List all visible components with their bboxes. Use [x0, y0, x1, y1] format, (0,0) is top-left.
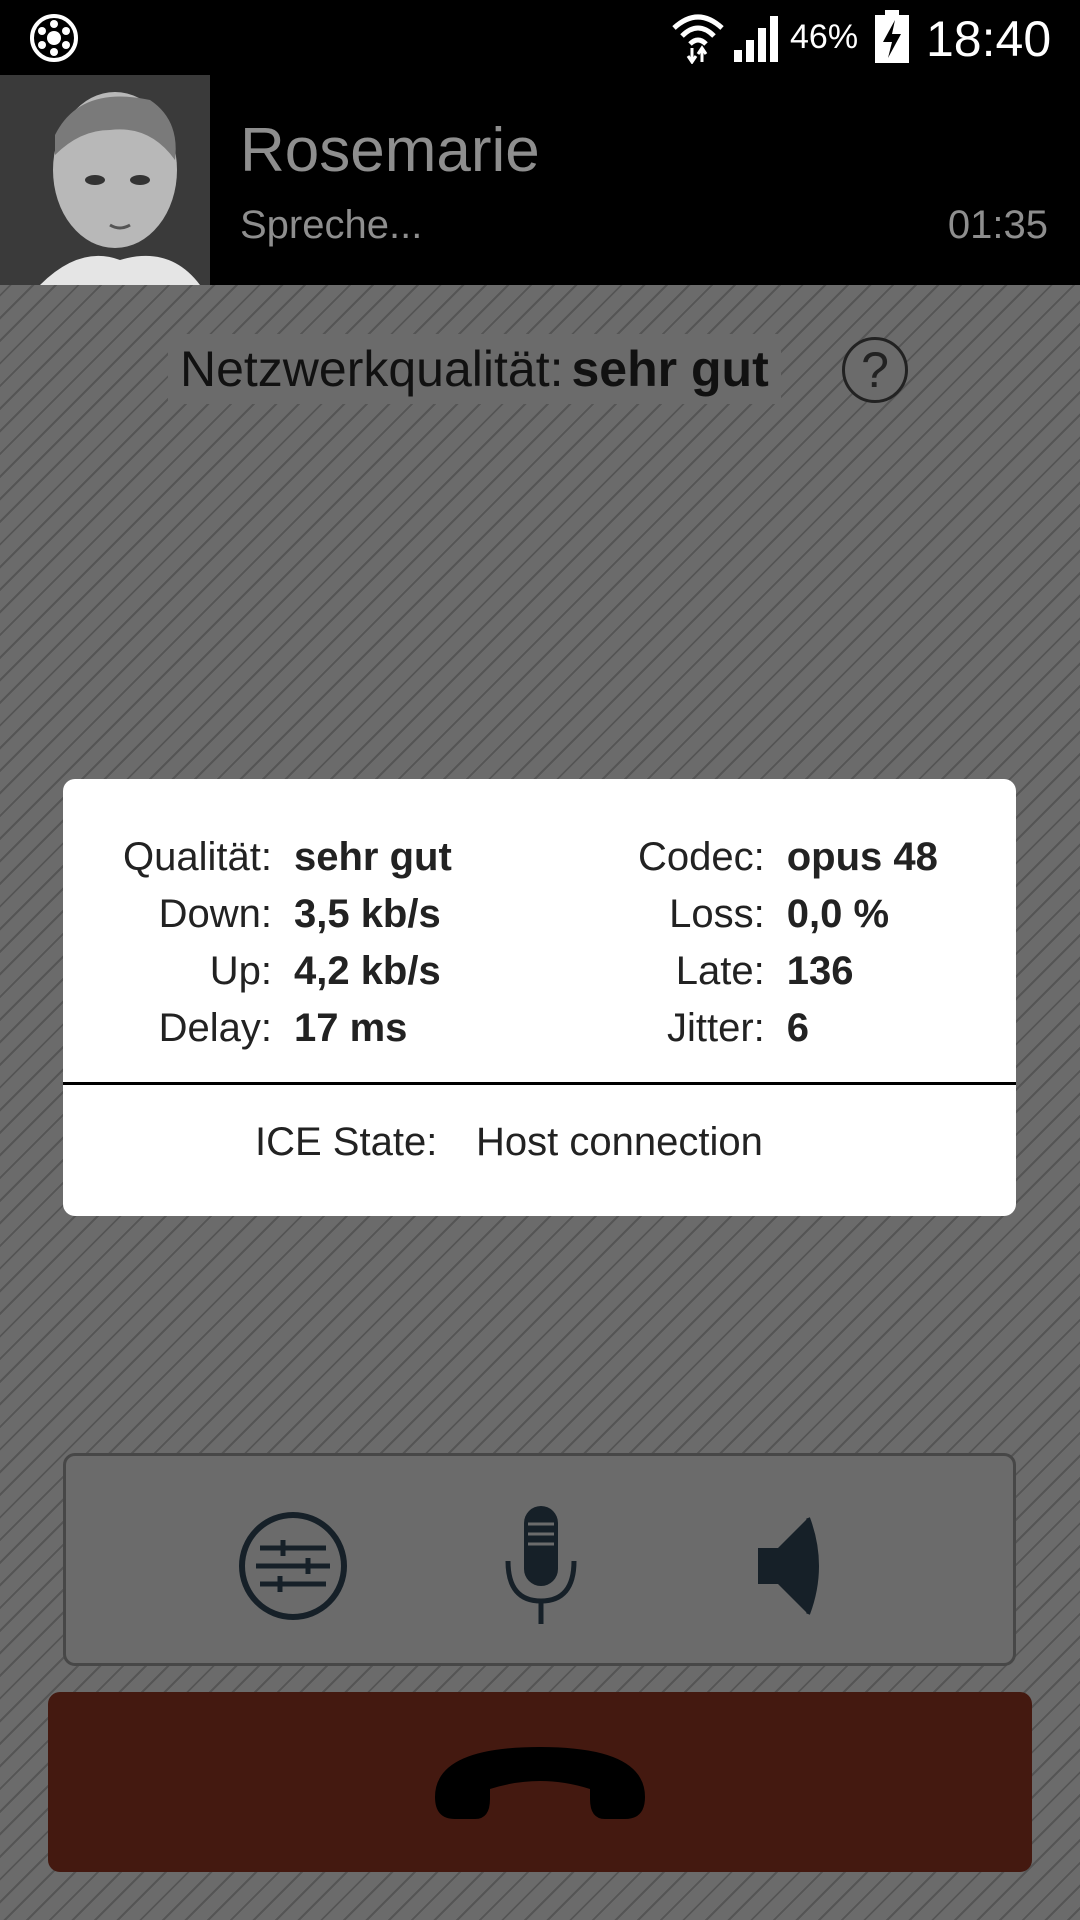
stat-label: Late: [675, 949, 765, 993]
stat-value: 17 ms [293, 1006, 408, 1050]
help-button[interactable]: ? [842, 337, 908, 403]
call-screen: 46% 18:40 Rosemarie Spreche... 01:35 Net… [0, 0, 1080, 1920]
stats-right-column: Codec: opus 48 Loss: 0,0 % Late: 136 Jit… [638, 829, 938, 1057]
stat-label: Loss: [669, 892, 765, 936]
stat-label: Delay: [158, 1006, 272, 1050]
ice-state-row: ICE State: Host connection [63, 1082, 1016, 1168]
call-stats-dialog: Qualität: sehr gut Down: 3,5 kb/s Up: 4,… [63, 779, 1016, 1216]
call-controls [63, 1453, 1016, 1666]
speaker-icon[interactable] [746, 1506, 856, 1626]
call-header: Rosemarie Spreche... 01:35 [0, 75, 1080, 285]
network-quality: Netzwerkqualität: sehr gut [168, 334, 781, 404]
stat-label: Jitter: [666, 1006, 765, 1050]
hang-up-button[interactable] [48, 1692, 1032, 1872]
network-quality-label: Netzwerkqualität: [180, 341, 564, 397]
rotary-phone-icon [30, 14, 78, 62]
stat-label: Down: [158, 892, 272, 936]
caller-photo [0, 75, 210, 285]
stat-value: 0,0 % [786, 892, 890, 936]
wifi-icon [672, 14, 724, 64]
caller-avatar [0, 75, 210, 285]
stats-left-column: Qualität: sehr gut Down: 3,5 kb/s Up: 4,… [123, 829, 452, 1057]
microphone-icon[interactable] [486, 1506, 596, 1626]
call-status: Spreche... [240, 203, 423, 247]
caller-name: Rosemarie [240, 116, 540, 185]
call-timer: 01:35 [947, 203, 1048, 247]
network-quality-value: sehr gut [571, 341, 769, 397]
ice-state-label: ICE State: [255, 1120, 438, 1164]
battery-charging-icon [875, 10, 909, 63]
status-bar: 46% 18:40 [0, 0, 1080, 75]
stat-label: Codec: [638, 835, 765, 879]
equalizer-icon[interactable] [238, 1506, 348, 1626]
clock: 18:40 [926, 11, 1052, 67]
stat-label: Qualität: [123, 835, 272, 879]
cell-signal-icon [734, 16, 778, 62]
stat-value: sehr gut [293, 835, 452, 879]
stat-value: 3,5 kb/s [293, 892, 441, 936]
battery-percent: 46% [790, 18, 859, 56]
stat-value: opus 48 [786, 835, 938, 879]
stat-value: 6 [786, 1006, 809, 1050]
hang-up-icon [435, 1747, 645, 1819]
stat-value: 136 [786, 949, 854, 993]
stat-label: Up: [209, 949, 272, 993]
ice-state-value: Host connection [476, 1120, 763, 1164]
stat-value: 4,2 kb/s [293, 949, 441, 993]
